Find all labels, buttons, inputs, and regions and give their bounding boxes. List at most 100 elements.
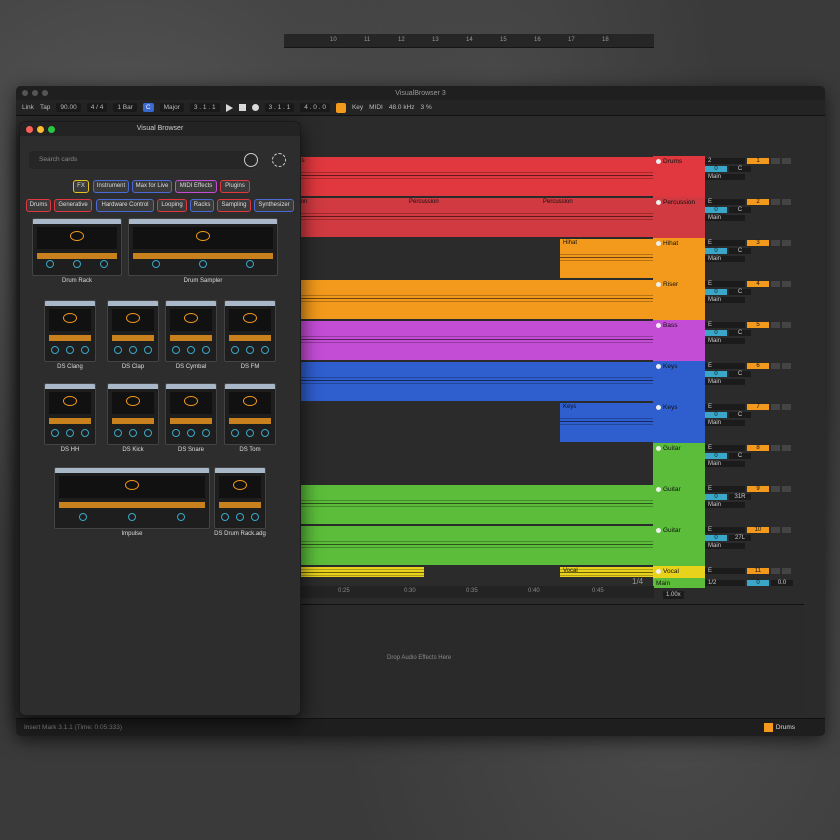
- filter-pill[interactable]: Instrument: [93, 180, 129, 193]
- audio-clip[interactable]: Keys: [284, 362, 654, 401]
- search-input[interactable]: Search cards: [29, 151, 255, 169]
- arm-button[interactable]: [782, 322, 791, 328]
- track-lane[interactable]: Bass: [284, 320, 654, 361]
- zoom-field[interactable]: 1.00x: [663, 591, 684, 599]
- track-lane[interactable]: Hihat: [284, 238, 654, 279]
- track-activator[interactable]: 1: [747, 158, 769, 164]
- device-card[interactable]: [224, 383, 276, 445]
- track-header[interactable]: Keys: [653, 402, 705, 443]
- arm-button[interactable]: [782, 445, 791, 451]
- audio-clip[interactable]: Percussion: [540, 198, 654, 237]
- arm-button[interactable]: [782, 568, 791, 574]
- track-lane[interactable]: cussionPercussionPercussion: [284, 197, 654, 238]
- globe-icon[interactable]: [244, 153, 258, 167]
- track-activator[interactable]: 8: [747, 445, 769, 451]
- track-lane[interactable]: Keys: [284, 361, 654, 402]
- fold-icon[interactable]: [656, 199, 661, 205]
- filter-pill[interactable]: Looping: [157, 199, 187, 212]
- volume-field[interactable]: 0: [705, 289, 727, 295]
- volume-field[interactable]: 0: [705, 535, 727, 541]
- solo-button[interactable]: [771, 486, 780, 492]
- audio-clip[interactable]: Vocal: [560, 567, 654, 577]
- volume-field[interactable]: 0: [705, 248, 727, 254]
- filter-pill[interactable]: Sampling: [217, 199, 251, 212]
- solo-button[interactable]: [771, 527, 780, 533]
- filter-pill[interactable]: MIDI Effects: [175, 180, 217, 193]
- volume-field[interactable]: 0: [705, 330, 727, 336]
- solo-button[interactable]: [771, 404, 780, 410]
- fold-icon[interactable]: [656, 527, 661, 533]
- loop-start-field[interactable]: 3 . 1 . 1: [264, 103, 295, 112]
- arm-button[interactable]: [782, 281, 791, 287]
- track-activator[interactable]: 3: [747, 240, 769, 246]
- track-header[interactable]: Guitar: [653, 484, 705, 525]
- stop-icon[interactable]: [238, 104, 246, 111]
- track-lane[interactable]: [284, 443, 654, 484]
- output-select[interactable]: Main: [705, 420, 745, 426]
- main-input-select[interactable]: 1/2: [705, 580, 745, 586]
- link-button[interactable]: Link: [22, 104, 34, 111]
- tempo-field[interactable]: 90.00: [56, 103, 81, 112]
- input-select[interactable]: E: [705, 527, 745, 533]
- output-select[interactable]: Main: [705, 297, 745, 303]
- audio-clip[interactable]: [284, 526, 654, 565]
- volume-field[interactable]: 0: [705, 412, 727, 418]
- track-lane[interactable]: Keys: [284, 402, 654, 443]
- solo-button[interactable]: [771, 445, 780, 451]
- arm-button[interactable]: [782, 240, 791, 246]
- audio-clip[interactable]: Percussion: [406, 198, 540, 237]
- input-select[interactable]: E: [705, 404, 745, 410]
- pan-field[interactable]: 31R: [729, 494, 751, 500]
- solo-button[interactable]: [771, 199, 780, 205]
- arm-button[interactable]: [782, 363, 791, 369]
- audio-clip[interactable]: Hihat: [560, 239, 654, 278]
- main-pan-field[interactable]: 0.0: [771, 580, 793, 586]
- output-select[interactable]: Main: [705, 543, 745, 549]
- input-select[interactable]: E: [705, 445, 745, 451]
- fold-icon[interactable]: [656, 486, 661, 492]
- audio-clip[interactable]: [284, 485, 654, 524]
- filter-pill[interactable]: Racks: [190, 199, 214, 212]
- scale-select[interactable]: Major: [159, 103, 184, 112]
- filter-pill[interactable]: FX: [73, 180, 89, 193]
- loop-length-field[interactable]: 4 . 0 . 0: [300, 103, 330, 112]
- key-field[interactable]: C: [142, 103, 154, 112]
- volume-field[interactable]: 0: [705, 371, 727, 377]
- solo-button[interactable]: [771, 281, 780, 287]
- track-header[interactable]: Riser: [653, 279, 705, 320]
- solo-button[interactable]: [771, 363, 780, 369]
- track-activator[interactable]: 2: [747, 199, 769, 205]
- output-select[interactable]: Main: [705, 215, 745, 221]
- output-select[interactable]: Main: [705, 502, 745, 508]
- audio-clip[interactable]: Drums: [284, 157, 654, 196]
- input-select[interactable]: E: [705, 486, 745, 492]
- fold-icon[interactable]: [656, 158, 661, 164]
- audio-clip[interactable]: [284, 567, 424, 577]
- volume-field[interactable]: 0: [705, 453, 727, 459]
- track-lane[interactable]: Vocal: [284, 566, 654, 578]
- arm-button[interactable]: [782, 158, 791, 164]
- audio-clip[interactable]: [284, 280, 654, 319]
- pencil-icon[interactable]: [335, 102, 346, 113]
- track-header[interactable]: Percussion: [653, 197, 705, 238]
- volume-field[interactable]: 0: [705, 494, 727, 500]
- device-card[interactable]: [165, 383, 217, 445]
- output-select[interactable]: Main: [705, 338, 745, 344]
- track-header[interactable]: Bass: [653, 320, 705, 361]
- input-select[interactable]: E: [705, 363, 745, 369]
- pan-field[interactable]: C: [729, 453, 751, 459]
- pan-field[interactable]: C: [729, 371, 751, 377]
- solo-button[interactable]: [771, 322, 780, 328]
- device-card[interactable]: [54, 467, 210, 529]
- track-activator[interactable]: 11: [747, 568, 769, 574]
- arm-button[interactable]: [782, 527, 791, 533]
- pan-field[interactable]: 27L: [729, 535, 751, 541]
- device-card[interactable]: [44, 383, 96, 445]
- track-activator[interactable]: 6: [747, 363, 769, 369]
- fold-icon[interactable]: [656, 404, 661, 410]
- filter-pill[interactable]: Generative: [54, 199, 92, 212]
- track-lane[interactable]: [284, 484, 654, 525]
- fold-icon[interactable]: [656, 568, 661, 574]
- device-card[interactable]: [214, 467, 266, 529]
- output-select[interactable]: Main: [705, 174, 745, 180]
